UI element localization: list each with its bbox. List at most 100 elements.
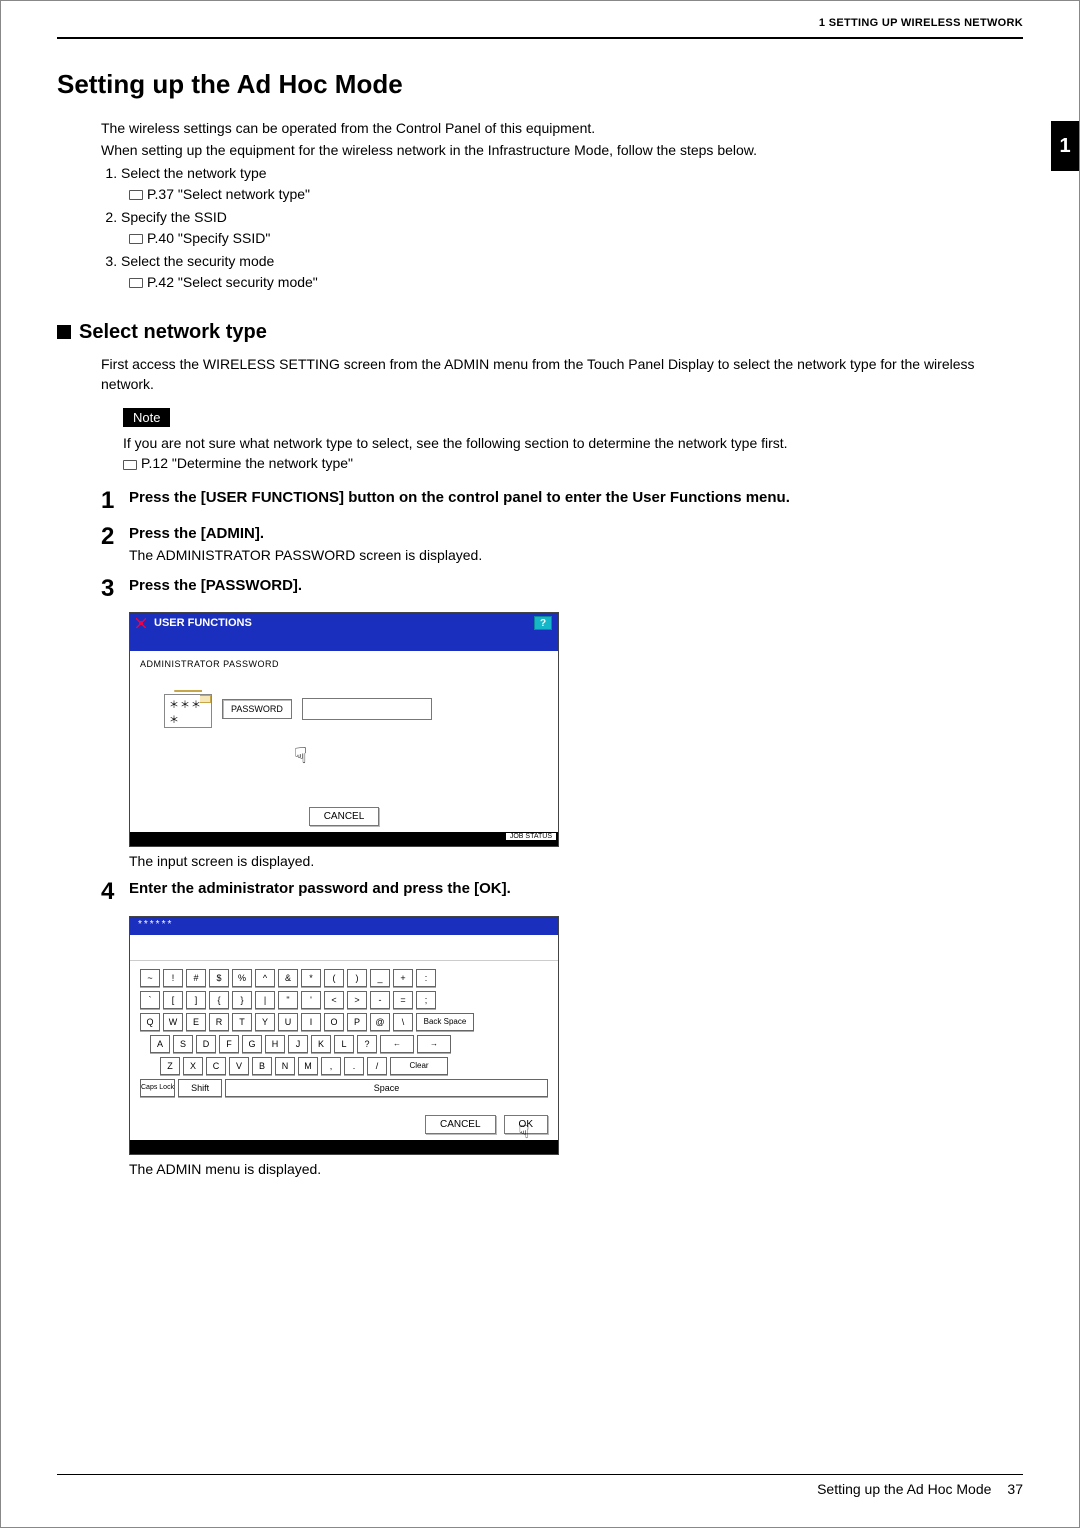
key-row-bottom: Caps Lock Shift Space [140,1079,548,1097]
password-field[interactable] [302,698,432,720]
key[interactable]: @ [370,1013,390,1031]
key[interactable]: R [209,1013,229,1031]
key[interactable]: H [265,1035,285,1053]
job-status-button[interactable]: JOB STATUS [506,833,556,840]
key[interactable]: < [324,991,344,1009]
key[interactable]: S [173,1035,193,1053]
key[interactable]: = [393,991,413,1009]
key[interactable]: M [298,1057,318,1075]
key[interactable]: O [324,1013,344,1031]
key[interactable]: Y [255,1013,275,1031]
key[interactable]: ~ [140,969,160,987]
key[interactable]: } [232,991,252,1009]
space-key[interactable]: Space [225,1079,548,1097]
key[interactable]: U [278,1013,298,1031]
key[interactable]: G [242,1035,262,1053]
key[interactable]: → [417,1035,451,1053]
window-title: USER FUNCTIONS [154,617,252,629]
cancel-button[interactable]: CANCEL [425,1115,496,1134]
password-button[interactable]: PASSWORD [222,699,292,719]
step: 1 Press the [USER FUNCTIONS] button on t… [101,488,1023,514]
key[interactable]: % [232,969,252,987]
status-bar [130,1140,558,1154]
section-heading-text: Select network type [79,321,267,343]
step-number: 4 [101,879,129,905]
section-body: First access the WIRELESS SETTING screen… [101,354,1023,395]
capslock-key[interactable]: Caps Lock [140,1079,175,1097]
key[interactable]: { [209,991,229,1009]
figure-caption: The input screen is displayed. [129,853,1023,869]
note-ref: P.12 "Determine the network type" [141,455,353,471]
key[interactable]: , [321,1057,341,1075]
book-icon [129,234,143,244]
password-screen-figure: USER FUNCTIONS ? ADMINISTRATOR PASSWORD … [129,612,559,847]
key[interactable]: | [255,991,275,1009]
cancel-button[interactable]: CANCEL [309,807,380,826]
step-subtext: The ADMINISTRATOR PASSWORD screen is dis… [129,546,1023,566]
toolbar-strip [130,633,558,651]
key[interactable]: Back Space [416,1013,474,1031]
key[interactable]: ( [324,969,344,987]
key[interactable]: D [196,1035,216,1053]
key[interactable]: " [278,991,298,1009]
key[interactable]: [ [163,991,183,1009]
key[interactable]: ← [380,1035,414,1053]
intro-block: The wireless settings can be operated fr… [101,118,1023,161]
key[interactable]: ? [357,1035,377,1053]
key[interactable]: * [301,969,321,987]
pointer-hand-icon: ☟ [294,743,307,769]
key[interactable]: + [393,969,413,987]
key[interactable]: J [288,1035,308,1053]
key[interactable]: T [232,1013,252,1031]
key[interactable]: ' [301,991,321,1009]
key[interactable]: W [163,1013,183,1031]
key[interactable]: . [344,1057,364,1075]
key[interactable]: \ [393,1013,413,1031]
key[interactable]: ] [186,991,206,1009]
key[interactable]: # [186,969,206,987]
shift-key[interactable]: Shift [178,1079,222,1097]
key[interactable]: A [150,1035,170,1053]
onscreen-keyboard: ~!#$%^&*()_+: `[]{}|"'<>-=; QWERTYUIOP@\… [130,961,558,1109]
key[interactable]: ^ [255,969,275,987]
toc-item: Specify the SSID P.40 "Specify SSID" [121,207,1023,249]
key[interactable]: X [183,1057,203,1075]
ok-button[interactable]: OK ☟ [504,1115,548,1134]
input-area[interactable] [130,935,558,961]
key[interactable]: N [275,1057,295,1075]
chapter-header: 1 SETTING UP WIRELESS NETWORK [819,17,1023,29]
key[interactable]: C [206,1057,226,1075]
key[interactable]: K [311,1035,331,1053]
note-label: Note [123,408,170,427]
key[interactable]: Z [160,1057,180,1075]
book-icon [123,460,137,470]
help-button[interactable]: ? [534,616,552,630]
setup-toc-list: Select the network type P.37 "Select net… [101,163,1023,293]
key[interactable]: ` [140,991,160,1009]
key[interactable]: L [334,1035,354,1053]
key[interactable]: ! [163,969,183,987]
key[interactable]: & [278,969,298,987]
key[interactable]: P [347,1013,367,1031]
step: 2 Press the [ADMIN]. The ADMINISTRATOR P… [101,524,1023,566]
key[interactable]: - [370,991,390,1009]
key[interactable]: _ [370,969,390,987]
page-title: Setting up the Ad Hoc Mode [57,69,1023,100]
screen-label: ADMINISTRATOR PASSWORD [140,659,548,669]
key[interactable]: I [301,1013,321,1031]
key[interactable]: V [229,1057,249,1075]
key[interactable]: ; [416,991,436,1009]
key[interactable]: B [252,1057,272,1075]
square-bullet-icon [57,325,71,339]
key[interactable]: $ [209,969,229,987]
key[interactable]: F [219,1035,239,1053]
key[interactable]: > [347,991,367,1009]
key[interactable]: ) [347,969,367,987]
key[interactable]: / [367,1057,387,1075]
intro-line: When setting up the equipment for the wi… [101,140,1023,160]
figure-caption: The ADMIN menu is displayed. [129,1161,1023,1177]
key[interactable]: E [186,1013,206,1031]
key[interactable]: Clear [390,1057,448,1075]
key[interactable]: : [416,969,436,987]
key[interactable]: Q [140,1013,160,1031]
